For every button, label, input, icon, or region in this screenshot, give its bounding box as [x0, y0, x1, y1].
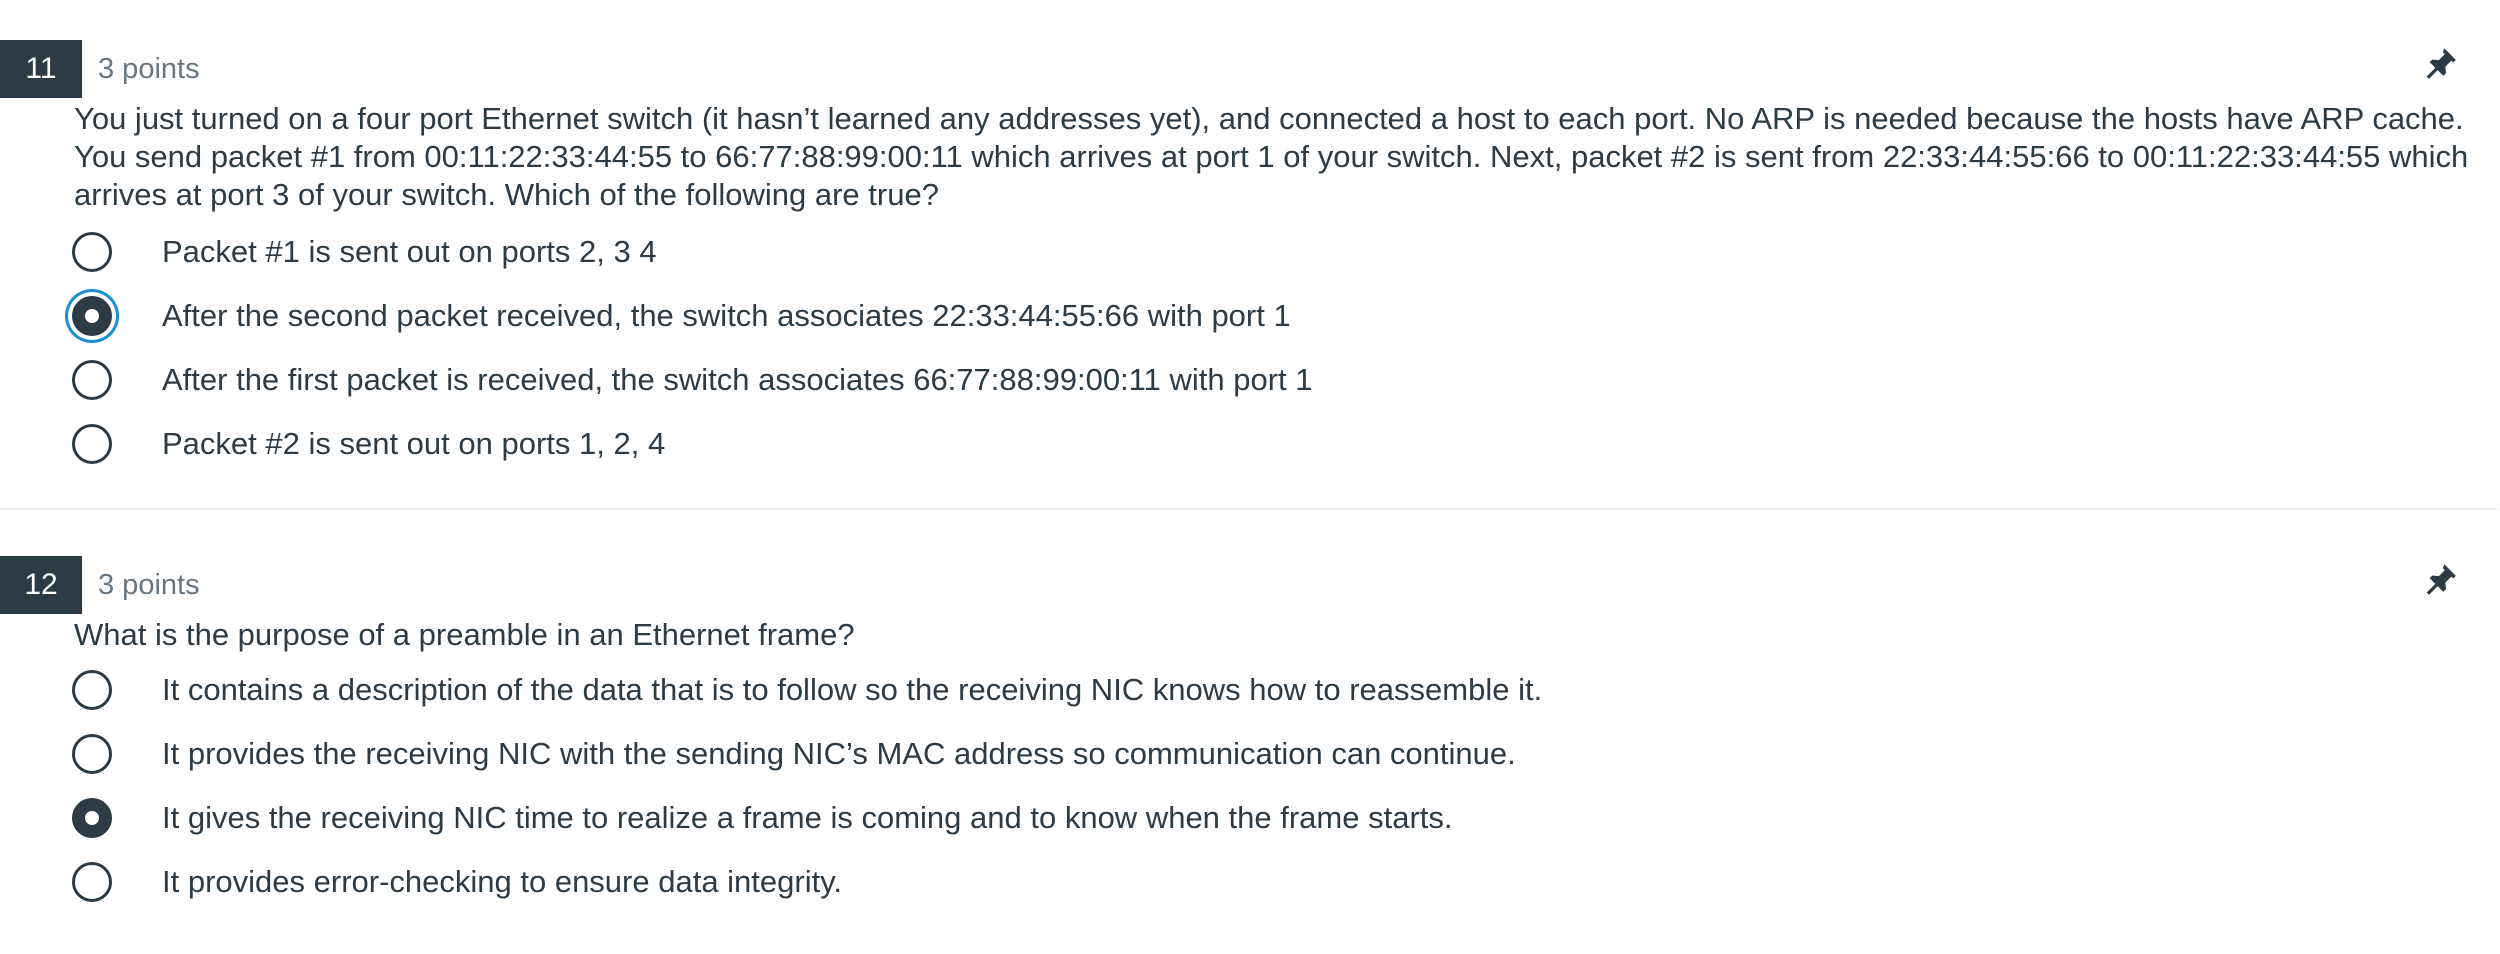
answer-option[interactable]: It provides error-checking to ensure dat…	[72, 850, 1542, 914]
answer-option[interactable]: Packet #1 is sent out on ports 2, 3 4	[72, 220, 1312, 284]
radio-button[interactable]	[72, 862, 112, 902]
radio-button[interactable]	[72, 232, 112, 272]
question-points: 3 points	[98, 52, 200, 85]
answer-label[interactable]: After the first packet is received, the …	[162, 362, 1312, 398]
answer-option[interactable]: It gives the receiving NIC time to reali…	[72, 786, 1542, 850]
answer-option[interactable]: It contains a description of the data th…	[72, 658, 1542, 722]
question-12: 12 3 points What is the purpose of a pre…	[0, 510, 2498, 954]
pin-icon[interactable]	[2420, 560, 2460, 600]
answer-label[interactable]: After the second packet received, the sw…	[162, 298, 1291, 334]
answer-options: It contains a description of the data th…	[72, 658, 1542, 914]
answer-label[interactable]: Packet #1 is sent out on ports 2, 3 4	[162, 234, 657, 270]
question-points: 3 points	[98, 568, 200, 601]
answer-label[interactable]: It contains a description of the data th…	[162, 672, 1542, 708]
answer-label[interactable]: Packet #2 is sent out on ports 1, 2, 4	[162, 426, 665, 462]
answer-option[interactable]: Packet #2 is sent out on ports 1, 2, 4	[72, 412, 1312, 476]
pin-icon[interactable]	[2420, 44, 2460, 84]
radio-button[interactable]	[72, 424, 112, 464]
question-header: 11 3 points	[0, 40, 200, 98]
question-text: What is the purpose of a preamble in an …	[74, 617, 855, 652]
question-header: 12 3 points	[0, 556, 200, 614]
answer-label[interactable]: It provides the receiving NIC with the s…	[162, 736, 1516, 772]
question-11: 11 3 points You just turned on a four po…	[0, 0, 2498, 510]
answer-options: Packet #1 is sent out on ports 2, 3 4 Af…	[72, 220, 1312, 476]
answer-option[interactable]: After the first packet is received, the …	[72, 348, 1312, 412]
radio-button[interactable]	[72, 734, 112, 774]
answer-option[interactable]: It provides the receiving NIC with the s…	[72, 722, 1542, 786]
question-number: 12	[0, 556, 82, 614]
radio-button[interactable]	[72, 670, 112, 710]
radio-button-selected[interactable]	[72, 798, 112, 838]
radio-button[interactable]	[72, 360, 112, 400]
answer-label[interactable]: It provides error-checking to ensure dat…	[162, 864, 842, 900]
question-text: You just turned on a four port Ethernet …	[74, 101, 2469, 212]
answer-option[interactable]: After the second packet received, the sw…	[72, 284, 1312, 348]
question-number: 11	[0, 40, 82, 98]
answer-label[interactable]: It gives the receiving NIC time to reali…	[162, 800, 1453, 836]
radio-button-selected[interactable]	[72, 296, 112, 336]
